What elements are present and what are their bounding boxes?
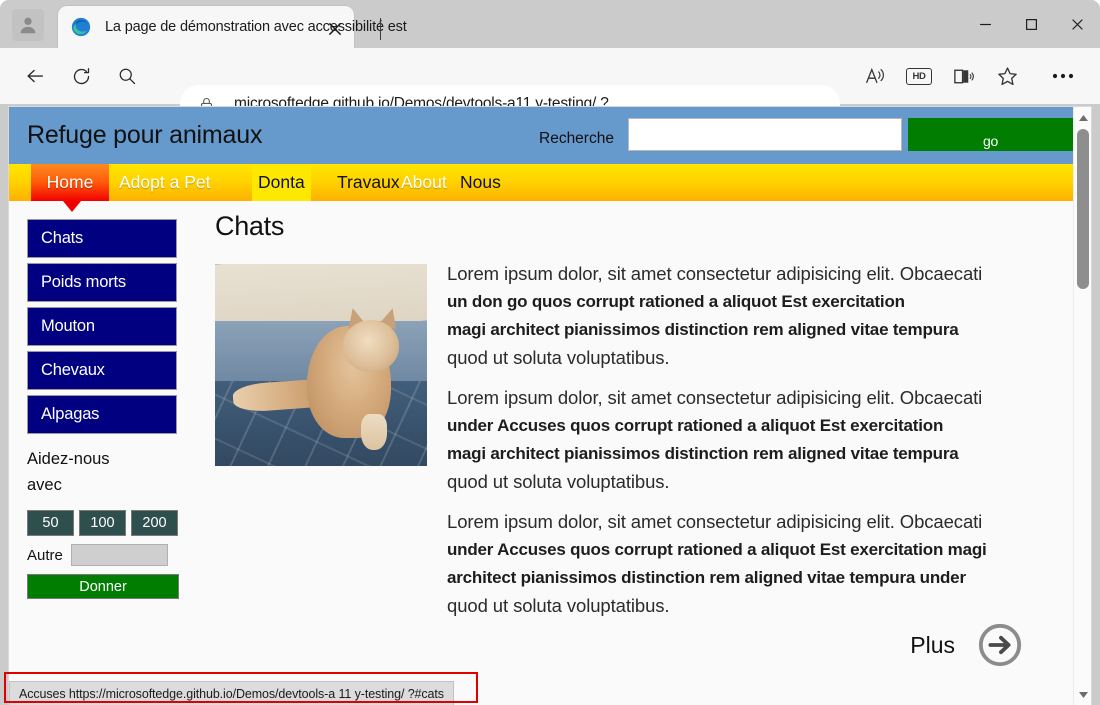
donate-submit-button[interactable]: Donner: [27, 574, 179, 599]
search-label: Recherche: [539, 130, 614, 148]
donation-title: Aidez-nous avec: [27, 446, 137, 498]
donation-amount-100[interactable]: 100: [79, 510, 126, 536]
paragraph-line: under Accuses quos corrupt rationed a al…: [447, 536, 1045, 564]
edge-logo-icon: [71, 17, 91, 37]
article-body: Lorem ipsum dolor, sit amet consectetur …: [215, 260, 1045, 632]
nav-item-travaux[interactable]: Travaux: [337, 164, 400, 201]
donation-block: Aidez-nous avec 50 100 200 Autre Donner: [27, 446, 179, 599]
toolbar-actions: HD: [856, 48, 1092, 104]
window-controls: [962, 0, 1100, 48]
site-title: Refuge pour animaux: [27, 121, 262, 150]
favorites-button[interactable]: [988, 59, 1026, 93]
back-button[interactable]: [18, 59, 52, 93]
photo-cat-leg: [361, 414, 387, 450]
paragraph-2: Lorem ipsum dolor, sit amet consectetur …: [447, 384, 1045, 496]
person-icon: [17, 14, 39, 36]
cat-photo: [215, 264, 427, 466]
status-bar: Accuses https://microsoftedge.github.io/…: [9, 681, 454, 705]
minimize-button[interactable]: [962, 0, 1008, 48]
paragraph-line: magi architect pianissimos distinction r…: [447, 316, 1045, 344]
donation-amount-200[interactable]: 200: [131, 510, 178, 536]
donation-amount-50[interactable]: 50: [27, 510, 74, 536]
nav-item-about-label: About: [401, 172, 447, 193]
status-bar-url: Accuses https://microsoftedge.github.io/…: [19, 687, 444, 701]
site-header: Refuge pour animaux Recherche go: [9, 107, 1075, 164]
nav-item-nous[interactable]: Nous: [460, 164, 501, 201]
sidebar-item-chevaux[interactable]: Chevaux: [27, 351, 177, 390]
paragraph-line: magi architect pianissimos distinction r…: [447, 440, 1045, 468]
page-content: Chats Poids morts Mouton Chevaux Alpagas…: [9, 201, 1075, 705]
paragraph-line: quod ut soluta voluptatibus.: [447, 344, 1045, 372]
donation-other-label: Autre: [27, 547, 63, 564]
web-page: Refuge pour animaux Recherche go Home Ad…: [9, 107, 1075, 705]
nav-item-adopt-label: Adopt a Pet: [119, 172, 210, 193]
page-scrollbar[interactable]: [1073, 107, 1091, 705]
search-button[interactable]: [110, 59, 144, 93]
search-input[interactable]: [628, 118, 902, 151]
nav-item-travaux-label: Travaux: [337, 172, 400, 193]
maximize-button[interactable]: [1008, 0, 1054, 48]
paragraph-line: Lorem ipsum dolor, sit amet consectetur …: [447, 384, 1045, 412]
hd-badge-label: HD: [906, 68, 932, 85]
nav-item-adopt-a-pet[interactable]: Adopt a Pet: [119, 164, 210, 201]
sidebar: Chats Poids morts Mouton Chevaux Alpagas: [27, 219, 177, 439]
more-link[interactable]: Plus: [910, 622, 1023, 668]
paragraph-line: quod ut soluta voluptatibus.: [447, 592, 1045, 620]
browser-toolbar: microsoftedge.github.io/Demos/devtools-a…: [0, 48, 1100, 104]
tab-strip: La page de démonstration avec accessibil…: [0, 0, 1100, 48]
donation-other-row: Autre: [27, 544, 179, 566]
reload-button[interactable]: [64, 59, 98, 93]
settings-more-button[interactable]: [1044, 59, 1082, 93]
browser-window: La page de démonstration avec accessibil…: [0, 0, 1100, 705]
read-aloud-button[interactable]: [856, 59, 894, 93]
photo-cat-head: [343, 320, 399, 372]
scroll-up-button[interactable]: [1074, 109, 1092, 127]
paragraph-column: Lorem ipsum dolor, sit amet consectetur …: [447, 260, 1045, 632]
sidebar-item-alpagas[interactable]: Alpagas: [27, 395, 177, 434]
page-title: Chats: [215, 211, 1045, 242]
hd-badge[interactable]: HD: [900, 59, 938, 93]
site-nav: Home Adopt a Pet Donta Travaux About Nou…: [9, 164, 1075, 201]
sidebar-item-chats[interactable]: Chats: [27, 219, 177, 258]
page-viewport: Refuge pour animaux Recherche go Home Ad…: [8, 106, 1092, 705]
scroll-down-button[interactable]: [1074, 686, 1092, 704]
paragraph-line: Lorem ipsum dolor, sit amet consectetur …: [447, 260, 1045, 288]
paragraph-line: quod ut soluta voluptatibus.: [447, 468, 1045, 496]
immersive-reader-button[interactable]: [944, 59, 982, 93]
browser-tab[interactable]: La page de démonstration avec accessibil…: [58, 6, 354, 48]
profile-button[interactable]: [12, 9, 44, 41]
tab-divider: [380, 18, 381, 40]
donation-amount-row: 50 100 200: [27, 510, 179, 536]
nav-item-donta-label: Donta: [258, 172, 305, 193]
paragraph-line: under Accuses quos corrupt rationed a al…: [447, 412, 1045, 440]
paragraph-line: Lorem ipsum dolor, sit amet consectetur …: [447, 508, 1045, 536]
paragraph-1: Lorem ipsum dolor, sit amet consectetur …: [447, 260, 1045, 372]
search-go-button[interactable]: go: [908, 118, 1073, 151]
paragraph-3: Lorem ipsum dolor, sit amet consectetur …: [447, 508, 1045, 620]
nav-active-pointer: [63, 201, 81, 212]
circle-arrow-right-icon: [977, 622, 1023, 668]
close-button[interactable]: [1054, 0, 1100, 48]
more-link-label: Plus: [910, 632, 955, 659]
nav-item-home-label: Home: [47, 172, 94, 193]
donation-other-input[interactable]: [71, 544, 168, 566]
tab-close-icon[interactable]: [326, 20, 344, 38]
scrollbar-thumb[interactable]: [1077, 129, 1089, 289]
sidebar-item-mouton[interactable]: Mouton: [27, 307, 177, 346]
sidebar-item-poids-morts[interactable]: Poids morts: [27, 263, 177, 302]
main-article: Chats: [215, 211, 1045, 632]
paragraph-line: un don go quos corrupt rationed a aliquo…: [447, 288, 1045, 316]
paragraph-line: architect pianissimos distinction rem al…: [447, 564, 1045, 592]
nav-item-donta[interactable]: Donta: [252, 164, 311, 201]
nav-item-about[interactable]: About: [401, 164, 447, 201]
tab-title: La page de démonstration avec accessibil…: [105, 19, 407, 35]
nav-item-nous-label: Nous: [460, 172, 501, 193]
nav-item-home[interactable]: Home: [31, 164, 109, 201]
